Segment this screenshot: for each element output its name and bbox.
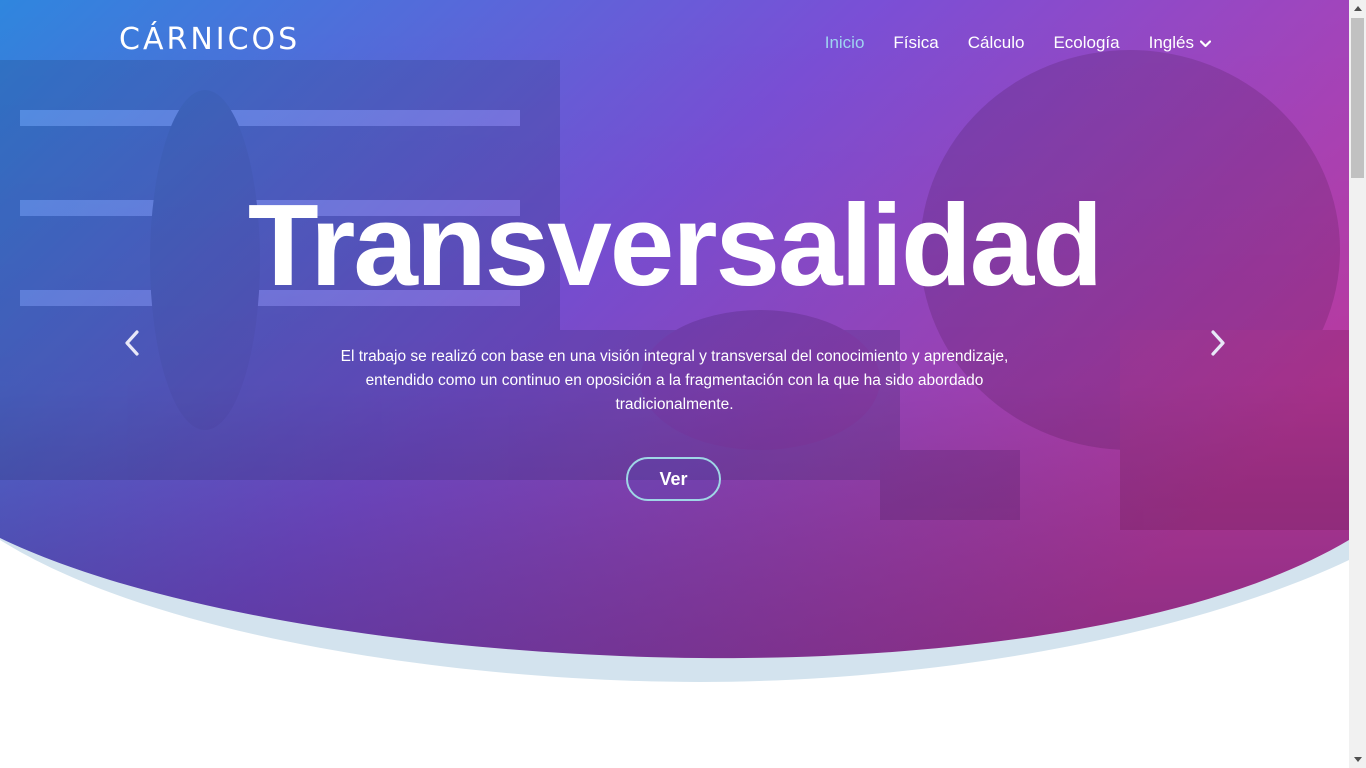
nav-item-label: Inicio — [824, 33, 865, 52]
nav-item-label: Ecología — [1053, 33, 1120, 52]
scroll-up-arrow-icon[interactable] — [1349, 0, 1366, 17]
main-nav: Inicio Física Cálculo Ecología Inglés — [825, 33, 1212, 53]
brand-logo[interactable]: CÁRNICOS — [119, 22, 300, 57]
nav-item-label: Inglés — [1148, 33, 1194, 52]
carousel-next-button[interactable] — [1203, 329, 1233, 361]
nav-item-ingles[interactable]: Inglés — [1148, 33, 1212, 53]
chevron-left-icon — [124, 329, 140, 361]
scrollbar-thumb[interactable] — [1351, 18, 1364, 178]
chevron-right-icon — [1210, 329, 1226, 361]
hero-title: Transversalidad — [247, 180, 1103, 310]
ver-button[interactable]: Ver — [626, 457, 721, 501]
hero-section: CÁRNICOS Inicio Física Cálculo Ecología … — [0, 0, 1349, 700]
carousel-prev-button[interactable] — [117, 329, 147, 361]
nav-item-ecologia[interactable]: Ecología — [1053, 33, 1119, 53]
vertical-scrollbar[interactable] — [1349, 0, 1366, 768]
nav-item-calculo[interactable]: Cálculo — [968, 33, 1025, 53]
nav-item-inicio[interactable]: Inicio — [825, 33, 865, 53]
nav-item-label: Cálculo — [967, 33, 1025, 52]
scroll-down-arrow-icon[interactable] — [1349, 751, 1366, 768]
page: CÁRNICOS Inicio Física Cálculo Ecología … — [0, 0, 1349, 768]
hero-description: El trabajo se realizó con base en una vi… — [340, 348, 1009, 413]
nav-item-fisica[interactable]: Física — [893, 33, 938, 53]
nav-item-label: Física — [893, 33, 939, 52]
chevron-down-icon — [1199, 33, 1212, 53]
